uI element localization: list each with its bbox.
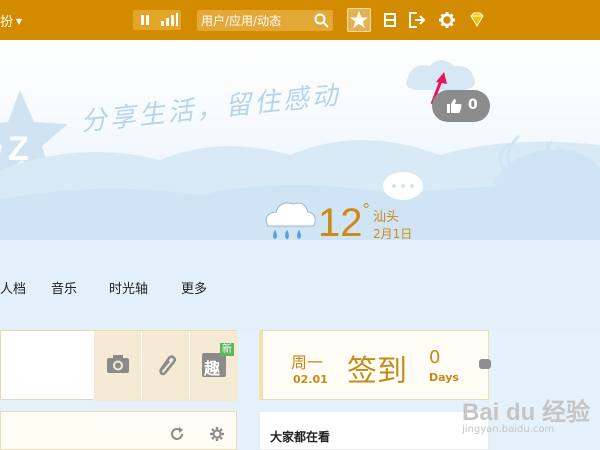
top-bar: 扮 ▼ xyxy=(0,0,600,40)
nav-item-music[interactable]: 音乐 xyxy=(51,278,77,297)
baidu-watermark-url: jingyan.baidu.com xyxy=(462,424,555,435)
checkin-card: 周一 02.01 签到 0 Days xyxy=(259,330,491,400)
search-box xyxy=(197,10,333,31)
caret-down-icon: ▼ xyxy=(16,17,23,26)
checkin-weekday: 周一 xyxy=(291,353,324,372)
checkin-toggle[interactable] xyxy=(479,359,491,369)
weather-city: 汕头 xyxy=(373,210,400,225)
link-button[interactable] xyxy=(141,331,188,399)
camera-icon xyxy=(107,355,129,373)
new-badge: 新 xyxy=(220,343,234,356)
speech-bubble-icon xyxy=(383,172,423,200)
fun-label: 趣 xyxy=(204,359,221,378)
banner-artwork: Z xyxy=(0,60,600,240)
degree-symbol: ° xyxy=(362,200,370,220)
gear-icon[interactable] xyxy=(437,10,457,30)
feed-header xyxy=(0,411,237,450)
equalizer-icon[interactable] xyxy=(159,10,179,30)
star-button[interactable] xyxy=(347,8,371,32)
checkin-days-unit: Days xyxy=(429,371,459,384)
fun-button[interactable]: 趣 新 xyxy=(189,331,236,399)
temperature-value: 12 xyxy=(318,201,363,240)
composer-tools: 趣 新 xyxy=(93,331,238,401)
star-icon xyxy=(350,11,368,28)
checkin-days-count: 0 xyxy=(429,347,441,368)
settings-gear-icon[interactable] xyxy=(209,426,225,442)
hot-panel: 大家都在看 xyxy=(259,411,489,450)
diamond-icon[interactable] xyxy=(467,10,487,30)
music-player[interactable] xyxy=(133,10,181,30)
bookmark-icon[interactable] xyxy=(380,10,400,30)
paperclip-icon xyxy=(158,355,177,376)
nav-item-timeline[interactable]: 时光轴 xyxy=(109,278,148,297)
baidu-watermark: Bai du 经验 xyxy=(462,399,591,426)
thumbs-up-icon xyxy=(447,99,462,113)
hot-panel-title: 大家都在看 xyxy=(270,430,331,444)
weather-temperature: 12° xyxy=(318,200,370,240)
nav-item-archive[interactable]: 人档 xyxy=(0,278,26,297)
search-icon[interactable] xyxy=(314,13,329,28)
checkin-button[interactable]: 签到 xyxy=(347,346,407,390)
profile-label: 扮 xyxy=(0,15,14,30)
refresh-icon[interactable] xyxy=(169,426,185,442)
like-button[interactable]: 0 xyxy=(432,90,490,122)
like-count: 0 xyxy=(468,97,478,113)
profile-menu[interactable]: 扮 ▼ xyxy=(0,11,22,30)
logout-icon[interactable] xyxy=(407,10,427,30)
photo-button[interactable] xyxy=(93,331,140,399)
search-input[interactable] xyxy=(201,12,313,29)
weather-date: 2月1日 xyxy=(373,227,413,240)
profile-nav: 人档 音乐 时光轴 更多 xyxy=(0,240,600,330)
checkin-date: 02.01 xyxy=(293,373,328,386)
nav-item-more[interactable]: 更多 xyxy=(181,278,207,297)
post-composer: 趣 新 xyxy=(0,330,238,401)
profile-banner: Z 分享生活，留住感动 0 12° 汕头 2月1日 xyxy=(0,40,600,240)
